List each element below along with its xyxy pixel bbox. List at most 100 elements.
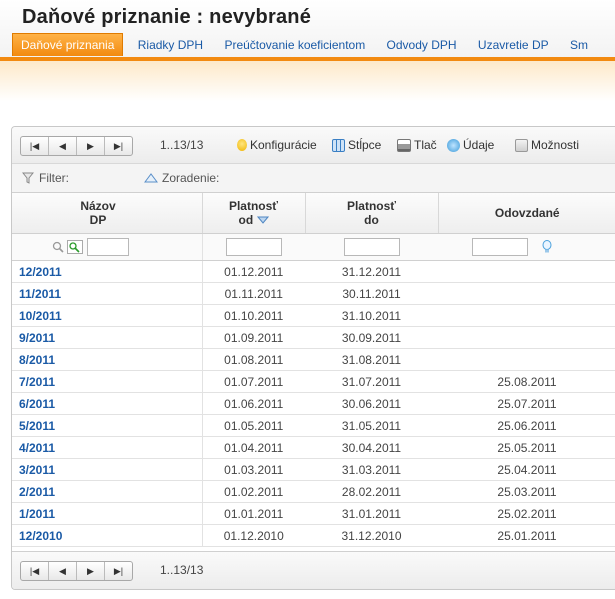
filter-row [12, 233, 615, 261]
cell-from: 01.05.2011 [202, 414, 305, 437]
prev-page-icon[interactable]: ◀ [49, 137, 77, 155]
dp-link[interactable]: 3/2011 [19, 463, 55, 477]
print-label: Tlač [414, 138, 437, 152]
columns-button[interactable]: Stĺpce [332, 138, 381, 152]
cell-name: 1/2011 [12, 502, 184, 525]
table-row[interactable]: 12/2011 01.12.2011 31.12.2011 [12, 260, 615, 283]
table-row[interactable]: 2/2011 01.02.2011 28.02.2011 25.03.2011 [12, 480, 615, 503]
cell-to: 28.02.2011 [305, 480, 438, 503]
dp-link[interactable]: 5/2011 [19, 419, 55, 433]
first-page-icon[interactable]: |◀ [21, 137, 49, 155]
cell-name: 12/2010 [12, 524, 184, 547]
tab-uzavretie-dp[interactable]: Uzavretie DP [471, 34, 556, 56]
cell-name: 11/2011 [12, 282, 184, 305]
first-page-icon[interactable]: |◀ [21, 562, 49, 580]
data-table: Názov DP Platnosť od Platnosť do Odovzdané [12, 193, 615, 547]
table-row[interactable]: 12/2010 01.12.2010 31.12.2010 25.01.2011 [12, 524, 615, 547]
dp-link[interactable]: 2/2011 [19, 485, 55, 499]
table-body: 12/2011 01.12.2011 31.12.2011 11/2011 01.11.… [12, 233, 615, 547]
table-row[interactable]: 3/2011 01.03.2011 31.03.2011 25.04.2011 [12, 458, 615, 481]
cell-submitted [438, 304, 615, 327]
data-icon [447, 138, 460, 152]
last-page-icon[interactable]: ▶| [105, 137, 132, 155]
col-header-to[interactable]: Platnosť do [305, 193, 439, 234]
submitted-filter-input[interactable] [472, 238, 528, 256]
cell-from: 01.04.2011 [202, 436, 305, 459]
print-button[interactable]: Tlač [397, 138, 437, 152]
tab-preuctovanie-koeficientom[interactable]: Preúčtovanie koeficientom [217, 34, 372, 56]
cell-to: 31.10.2011 [305, 304, 438, 327]
record-range-bottom: 1..13/13 [160, 563, 204, 577]
cell-spacer [184, 304, 203, 327]
table-row[interactable]: 1/2011 01.01.2011 31.01.2011 25.02.2011 [12, 502, 615, 525]
from-filter-input[interactable] [225, 238, 282, 256]
filter-toggle[interactable]: Filter: [22, 171, 69, 185]
dp-link[interactable]: 1/2011 [19, 507, 55, 521]
col-header-submitted[interactable]: Odovzdané [438, 193, 615, 234]
cell-to: 31.12.2011 [305, 260, 438, 283]
dp-link[interactable]: 10/2011 [19, 309, 62, 323]
tab-bar: Daňové priznania Riadky DPH Preúčtovanie… [12, 33, 599, 57]
cell-from: 01.06.2011 [202, 392, 305, 415]
name-filter-input[interactable] [86, 238, 129, 256]
dp-link[interactable]: 9/2011 [19, 331, 55, 345]
tab-danove-priznania[interactable]: Daňové priznania [12, 33, 124, 56]
dp-link[interactable]: 12/2011 [19, 265, 62, 279]
options-button[interactable]: Možnosti [515, 138, 579, 152]
cell-submitted [438, 282, 615, 305]
dp-link[interactable]: 12/2010 [19, 529, 62, 543]
table-row[interactable]: 5/2011 01.05.2011 31.05.2011 25.06.2011 [12, 414, 615, 437]
dp-link[interactable]: 4/2011 [19, 441, 55, 455]
cell-from: 01.09.2011 [202, 326, 305, 349]
last-page-icon[interactable]: ▶| [105, 562, 132, 580]
next-page-icon[interactable]: ▶ [77, 562, 105, 580]
grid-panel: |◀ ◀ ▶ ▶| 1..13/13 Konfigurácie Stĺpce T… [11, 126, 615, 590]
table-row[interactable]: 9/2011 01.09.2011 30.09.2011 [12, 326, 615, 349]
options-label: Možnosti [531, 138, 580, 152]
dp-link[interactable]: 11/2011 [19, 287, 61, 301]
dp-link[interactable]: 8/2011 [19, 353, 55, 367]
data-button[interactable]: Údaje [447, 138, 494, 152]
table-row[interactable]: 6/2011 01.06.2011 30.06.2011 25.07.2011 [12, 392, 615, 415]
table-row[interactable]: 7/2011 01.07.2011 31.07.2011 25.08.2011 [12, 370, 615, 393]
next-page-icon[interactable]: ▶ [77, 137, 105, 155]
cell-to: 31.01.2011 [305, 502, 438, 525]
col-header-spacer [184, 193, 203, 234]
table-row[interactable]: 10/2011 01.10.2011 31.10.2011 [12, 304, 615, 327]
table-row[interactable]: 4/2011 01.04.2011 30.04.2011 25.05.2011 [12, 436, 615, 459]
table-row[interactable]: 11/2011 01.11.2011 30.11.2011 [12, 282, 615, 305]
cell-from: 01.01.2011 [202, 502, 305, 525]
columns-label: Stĺpce [348, 138, 382, 152]
bulb-icon [237, 139, 247, 151]
cell-submitted [438, 326, 615, 349]
record-range: 1..13/13 [160, 138, 204, 152]
bulb-filter-icon[interactable] [541, 240, 553, 254]
cell-from: 01.07.2011 [202, 370, 305, 393]
pager-bottom: |◀ ◀ ▶ ▶| [20, 561, 133, 581]
cell-from: 01.03.2011 [202, 458, 305, 481]
sort-toggle[interactable]: Zoradenie: [144, 171, 219, 185]
prev-page-icon[interactable]: ◀ [49, 562, 77, 580]
table-row[interactable]: 8/2011 01.08.2011 31.08.2011 [12, 348, 615, 371]
cell-spacer [184, 524, 203, 547]
to-filter-input[interactable] [343, 238, 400, 256]
cell-submitted: 25.05.2011 [438, 436, 615, 459]
cell-to: 30.09.2011 [305, 326, 438, 349]
cell-from: 01.10.2011 [202, 304, 305, 327]
tab-odvody-dph[interactable]: Odvody DPH [380, 34, 464, 56]
config-button[interactable]: Konfigurácie [237, 138, 317, 152]
tab-riadky-dph[interactable]: Riadky DPH [131, 34, 210, 56]
cell-submitted [438, 348, 615, 371]
cell-spacer [184, 502, 203, 525]
cell-spacer [184, 282, 203, 305]
magnifier-icon[interactable] [52, 241, 64, 253]
dp-link[interactable]: 6/2011 [19, 397, 55, 411]
cell-to: 31.05.2011 [305, 414, 438, 437]
col-header-name[interactable]: Názov DP [12, 193, 184, 234]
cell-submitted: 25.01.2011 [438, 524, 615, 547]
tab-sm[interactable]: Sm [563, 34, 595, 56]
cell-to: 30.11.2011 [305, 282, 438, 305]
col-header-from[interactable]: Platnosť od [202, 193, 306, 234]
clear-filter-icon[interactable] [67, 240, 84, 254]
dp-link[interactable]: 7/2011 [19, 375, 55, 389]
